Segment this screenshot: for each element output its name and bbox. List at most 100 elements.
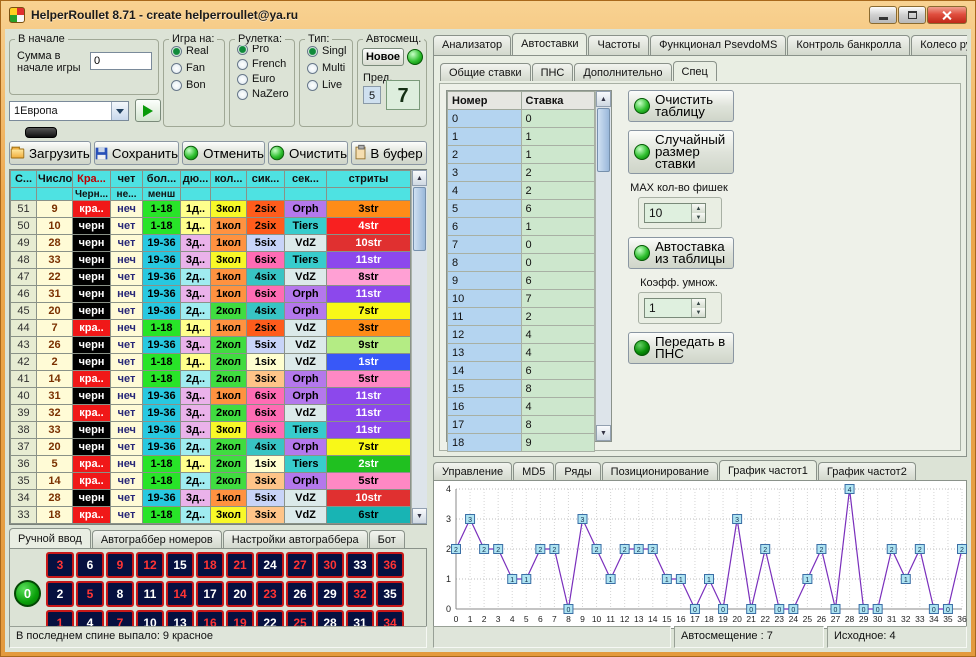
type-radio-singl[interactable]: Singl	[307, 45, 348, 57]
combo-dropdown-button[interactable]	[111, 102, 128, 120]
bet-value-cell[interactable]: 8	[521, 380, 595, 398]
mini-dark-button[interactable]	[25, 127, 57, 138]
bet-number-cell[interactable]: 18	[448, 434, 522, 452]
main-tab-функционал-psevdoms[interactable]: Функционал PsevdoMS	[650, 35, 786, 55]
history-col-header[interactable]: кол...	[211, 171, 247, 188]
bets-scrollbar[interactable]: ▲ ▼	[595, 91, 611, 441]
numpad-3[interactable]: 3	[46, 552, 74, 578]
history-scrollbar[interactable]: ▲ ▼	[411, 170, 427, 524]
stepper-down-icon[interactable]: ▼	[692, 308, 705, 317]
numpad-12[interactable]: 12	[136, 552, 164, 578]
bet-value-cell[interactable]: 0	[521, 110, 595, 128]
numpad-32[interactable]: 32	[346, 581, 374, 607]
main-tab-автоставки[interactable]: Автоставки	[512, 33, 587, 55]
autoshift-sphere-icon[interactable]	[407, 49, 423, 65]
bottom-tab-управление[interactable]: Управление	[433, 462, 512, 480]
clipboard-button[interactable]: В буфер	[351, 141, 427, 165]
game-radio-fan[interactable]: Fan	[171, 62, 220, 74]
scroll-down-icon[interactable]: ▼	[412, 508, 427, 524]
bet-number-cell[interactable]: 14	[448, 362, 522, 380]
bet-value-cell[interactable]: 0	[521, 254, 595, 272]
history-col-header[interactable]: Число	[37, 171, 73, 188]
bet-value-cell[interactable]: 9	[521, 434, 595, 452]
numpad-27[interactable]: 27	[286, 552, 314, 578]
maximize-button[interactable]	[898, 6, 926, 24]
history-col-header[interactable]: бол...	[143, 171, 181, 188]
bottom-tab-md5[interactable]: MD5	[513, 462, 554, 480]
scroll-down-icon[interactable]: ▼	[596, 425, 611, 441]
play-button[interactable]	[135, 99, 161, 122]
bet-number-cell[interactable]: 5	[448, 200, 522, 218]
minimize-button[interactable]	[869, 6, 897, 24]
bet-value-cell[interactable]: 1	[521, 218, 595, 236]
bets-col-header[interactable]: Номер	[448, 92, 522, 110]
multiplier-stepper[interactable]: 1 ▲▼	[644, 298, 706, 318]
main-tab-частоты[interactable]: Частоты	[588, 35, 649, 55]
bet-number-cell[interactable]: 10	[448, 290, 522, 308]
bottom-tab-позиционирование[interactable]: Позиционирование	[602, 462, 718, 480]
sub-tab-дополнительно[interactable]: Дополнительно	[574, 63, 671, 81]
history-col-header[interactable]: сик...	[247, 171, 285, 188]
bets-row[interactable]: 134	[448, 344, 595, 362]
sub-tab-пнс[interactable]: ПНС	[532, 63, 574, 81]
main-tab-контроль-банкролла[interactable]: Контроль банкролла	[787, 35, 910, 55]
bet-value-cell[interactable]: 8	[521, 416, 595, 434]
clear-table-button[interactable]: Очистить таблицу	[628, 90, 734, 122]
bets-row[interactable]: 107	[448, 290, 595, 308]
numpad-15[interactable]: 15	[166, 552, 194, 578]
bets-row[interactable]: 158	[448, 380, 595, 398]
roulette-radio-euro[interactable]: Euro	[237, 73, 290, 85]
numpad-18[interactable]: 18	[196, 552, 224, 578]
history-col-header[interactable]: чет	[111, 171, 143, 188]
numpad-0[interactable]: 0	[14, 580, 41, 607]
history-col-header[interactable]: Кра...	[73, 171, 111, 188]
game-radio-real[interactable]: Real	[171, 45, 220, 57]
bet-number-cell[interactable]: 17	[448, 416, 522, 434]
random-bet-button[interactable]: Случайный размер ставки	[628, 130, 734, 174]
numpad-6[interactable]: 6	[76, 552, 104, 578]
bets-row[interactable]: 56	[448, 200, 595, 218]
bet-value-cell[interactable]: 6	[521, 272, 595, 290]
numpad-35[interactable]: 35	[376, 581, 404, 607]
bets-row[interactable]: 164	[448, 398, 595, 416]
roulette-radio-french[interactable]: French	[237, 58, 290, 70]
bets-row[interactable]: 124	[448, 326, 595, 344]
bet-value-cell[interactable]: 6	[521, 362, 595, 380]
input-tab-ручной-ввод[interactable]: Ручной ввод	[9, 528, 91, 548]
bets-row[interactable]: 00	[448, 110, 595, 128]
input-tab-автограббер-номеров[interactable]: Автограббер номеров	[92, 530, 222, 548]
bet-number-cell[interactable]: 7	[448, 236, 522, 254]
roulette-radio-nazero[interactable]: NaZero	[237, 88, 290, 100]
bets-row[interactable]: 112	[448, 308, 595, 326]
history-col-header[interactable]: сек...	[285, 171, 327, 188]
bets-row[interactable]: 61	[448, 218, 595, 236]
type-radio-multi[interactable]: Multi	[307, 62, 348, 74]
bet-value-cell[interactable]: 2	[521, 308, 595, 326]
bottom-tab-график-частот1[interactable]: График частот1	[719, 460, 817, 480]
bet-number-cell[interactable]: 2	[448, 146, 522, 164]
bets-row[interactable]: 189	[448, 434, 595, 452]
new-autoshift-button[interactable]: Новое	[362, 48, 404, 66]
bets-row[interactable]: 11	[448, 128, 595, 146]
bet-value-cell[interactable]: 4	[521, 398, 595, 416]
bet-number-cell[interactable]: 15	[448, 380, 522, 398]
stepper-up-icon[interactable]: ▲	[692, 299, 705, 308]
input-tab-настройки-автограббера[interactable]: Настройки автограббера	[223, 530, 368, 548]
history-col-header[interactable]: дю...	[181, 171, 211, 188]
bet-number-cell[interactable]: 11	[448, 308, 522, 326]
bet-value-cell[interactable]: 7	[521, 290, 595, 308]
bet-number-cell[interactable]: 4	[448, 182, 522, 200]
bets-row[interactable]: 178	[448, 416, 595, 434]
bet-value-cell[interactable]: 1	[521, 146, 595, 164]
numpad-20[interactable]: 20	[226, 581, 254, 607]
history-col-header[interactable]: стриты	[327, 171, 411, 188]
preset-combo[interactable]: 1Европа	[9, 101, 129, 121]
bets-row[interactable]: 70	[448, 236, 595, 254]
numpad-17[interactable]: 17	[196, 581, 224, 607]
numpad-26[interactable]: 26	[286, 581, 314, 607]
bet-number-cell[interactable]: 1	[448, 128, 522, 146]
numpad-29[interactable]: 29	[316, 581, 344, 607]
autobet-button[interactable]: Автоставка из таблицы	[628, 237, 734, 269]
max-chips-stepper[interactable]: 10 ▲▼	[644, 203, 706, 223]
bet-number-cell[interactable]: 8	[448, 254, 522, 272]
